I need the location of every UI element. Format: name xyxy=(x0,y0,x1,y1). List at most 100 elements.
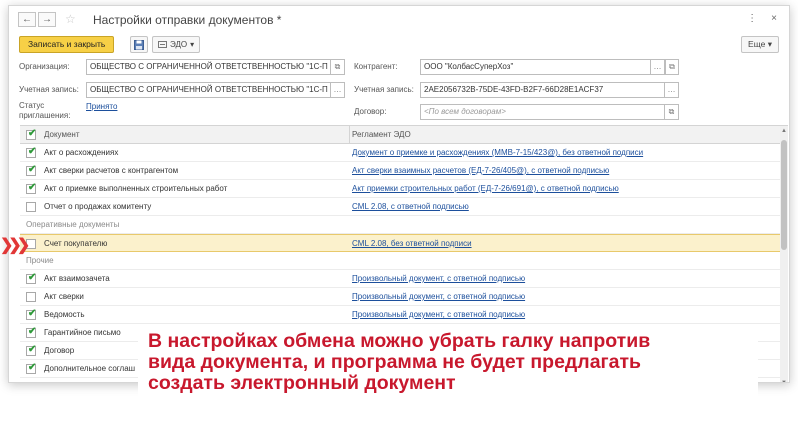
regulation-link[interactable]: Произвольный документ, с ответной подпис… xyxy=(352,288,525,306)
check-icon: ✔ xyxy=(28,326,37,337)
group-row[interactable]: Оперативные документы xyxy=(20,216,780,234)
check-icon: ✔ xyxy=(28,182,37,193)
status-link[interactable]: Принято xyxy=(86,102,117,111)
scroll-down-icon[interactable]: ▼ xyxy=(780,380,788,382)
document-name: Гарантийное письмо xyxy=(44,328,121,337)
row-checkbox[interactable]: ✔ xyxy=(26,344,37,356)
document-name: Договор xyxy=(44,346,75,355)
account-label: Учетная запись: xyxy=(19,85,79,94)
contract-field[interactable]: <По всем договорам> xyxy=(420,104,665,120)
document-name: Счет покупателю xyxy=(44,239,108,248)
row-checkbox[interactable]: ✔ xyxy=(26,182,37,194)
back-button[interactable]: ← xyxy=(18,12,36,27)
save-and-close-button[interactable]: Записать и закрыть xyxy=(19,36,115,53)
document-name: Дополнительное соглаш xyxy=(44,364,136,373)
check-icon: ✔ xyxy=(28,362,37,373)
document-name: Акт сверки xyxy=(44,292,84,301)
column-document[interactable]: Документ xyxy=(44,126,80,144)
table-header: ✔ Документ Регламент ЭДО xyxy=(20,126,788,144)
chevron-down-icon: ▾ xyxy=(767,39,772,49)
regulation-link[interactable]: Произвольный документ, с ответной подпис… xyxy=(352,306,525,324)
organization-field[interactable]: ОБЩЕСТВО С ОГРАНИЧЕННОЙ ОТВЕТСТВЕННОСТЬЮ… xyxy=(86,59,331,75)
counterparty-label: Контрагент: xyxy=(354,62,398,71)
row-checkbox[interactable]: ✔ xyxy=(26,326,37,338)
more-button[interactable]: Еще ▾ xyxy=(741,36,779,53)
organization-label: Организация: xyxy=(19,62,70,71)
annotation-callout: В настройках обмена можно убрать галку н… xyxy=(138,325,758,403)
edo-dropdown-button[interactable]: ЭДО ▾ xyxy=(152,36,201,53)
ellipsis-icon[interactable]: … xyxy=(651,59,665,75)
scrollbar-thumb[interactable] xyxy=(781,140,787,250)
check-icon: ✔ xyxy=(28,146,37,157)
arrow-right-icon: → xyxy=(42,14,52,25)
counterparty-field[interactable]: ООО "КолбасСуперХоз" xyxy=(420,59,651,75)
scroll-up-icon[interactable]: ▲ xyxy=(780,128,788,134)
more-label: Еще xyxy=(748,39,766,49)
close-icon[interactable]: × xyxy=(771,13,777,24)
vertical-scrollbar[interactable]: ▲ ▼ xyxy=(780,126,788,382)
toolbar: Записать и закрыть ЭДО ▾ Еще ▾ xyxy=(9,34,789,56)
save-button[interactable] xyxy=(130,36,148,53)
row-pointer-chevrons-icon: ❯❯❯ xyxy=(0,237,30,254)
edo-icon xyxy=(158,41,167,48)
favorite-star-icon[interactable]: ☆ xyxy=(65,12,76,26)
document-name: Отчет о продажах комитенту xyxy=(44,202,152,211)
window-title: Настройки отправки документов * xyxy=(93,13,282,27)
regulation-link[interactable]: Акт приемки строительных работ (ЕД-7-26/… xyxy=(352,180,619,198)
status-label: Статус приглашения: xyxy=(19,101,71,120)
ellipsis-icon[interactable]: … xyxy=(331,82,345,98)
open-link-icon[interactable]: ⧉ xyxy=(331,59,345,75)
row-checkbox[interactable]: ✔ xyxy=(26,146,37,158)
regulation-link[interactable]: Акт сверки взаимных расчетов (ЕД-7-26/40… xyxy=(352,162,609,180)
table-row[interactable]: Счет покупателю CML 2.08, без ответной по… xyxy=(20,234,780,252)
row-checkbox[interactable] xyxy=(26,239,36,249)
table-row[interactable]: Отчет о продажах комитенту CML 2.08, с от… xyxy=(20,198,780,216)
contract-label: Договор: xyxy=(354,107,387,116)
check-icon: ✔ xyxy=(28,344,37,355)
ellipsis-icon[interactable]: … xyxy=(665,82,679,98)
arrow-left-icon: ← xyxy=(22,14,32,25)
row-checkbox[interactable]: ✔ xyxy=(26,272,37,284)
table-row[interactable]: ✔ Акт о приемке выполненных строительных … xyxy=(20,180,780,198)
row-checkbox[interactable]: ✔ xyxy=(26,308,37,320)
regulation-link[interactable]: CML 2.08, с ответной подписью xyxy=(352,198,469,216)
row-checkbox[interactable] xyxy=(26,292,36,302)
table-row[interactable]: ✔ Акт о расхождениях Документ о приемке и … xyxy=(20,144,780,162)
table-row[interactable]: ✔ Ведомость Произвольный документ, с ответ… xyxy=(20,306,780,324)
row-checkbox[interactable]: ✔ xyxy=(26,362,37,374)
window-controls: ⋮ × xyxy=(747,13,777,24)
regulation-link[interactable]: Произвольный документ, с ответной подпис… xyxy=(352,270,525,288)
title-bar: ← → ☆ Настройки отправки документов * ⋮ … xyxy=(9,6,789,34)
open-link-icon[interactable]: ⧉ xyxy=(665,104,679,120)
document-name: Акт о приемке выполненных строительных р… xyxy=(44,184,228,193)
regulation-link[interactable]: CML 2.08, без ответной подписи xyxy=(352,235,472,253)
document-name: Ведомость xyxy=(44,310,85,319)
open-link-icon[interactable]: ⧉ xyxy=(665,59,679,75)
row-checkbox[interactable]: ✔ xyxy=(26,164,37,176)
check-icon: ✔ xyxy=(28,128,37,139)
edo-label: ЭДО xyxy=(170,40,188,49)
account-field[interactable]: ОБЩЕСТВО С ОГРАНИЧЕННОЙ ОТВЕТСТВЕННОСТЬЮ… xyxy=(86,82,331,98)
check-icon: ✔ xyxy=(28,308,37,319)
group-label: Прочие xyxy=(26,256,54,265)
column-regulation[interactable]: Регламент ЭДО xyxy=(352,126,411,144)
group-label: Оперативные документы xyxy=(26,220,120,229)
floppy-disk-icon xyxy=(134,39,144,50)
forward-button[interactable]: → xyxy=(38,12,56,27)
check-icon: ✔ xyxy=(28,164,37,175)
nav-buttons: ← → xyxy=(18,12,56,27)
document-name: Акт о расхождениях xyxy=(44,148,119,157)
table-row[interactable]: Акт сверки Произвольный документ, с ответ… xyxy=(20,288,780,306)
more-menu-icon[interactable]: ⋮ xyxy=(747,13,757,24)
document-name: Акт сверки расчетов с контрагентом xyxy=(44,166,179,175)
regulation-link[interactable]: Документ о приемке и расхождениях (ММВ-7… xyxy=(352,144,643,162)
chevron-down-icon: ▾ xyxy=(190,40,195,49)
row-checkbox[interactable] xyxy=(26,202,36,212)
select-all-checkbox[interactable]: ✔ xyxy=(26,128,37,140)
check-icon: ✔ xyxy=(28,272,37,283)
table-row[interactable]: ✔ Акт сверки расчетов с контрагентом Акт с… xyxy=(20,162,780,180)
group-row[interactable]: Прочие xyxy=(20,252,780,270)
callout-text: В настройках обмена можно убрать галку н… xyxy=(148,330,651,394)
cp-account-field[interactable]: 2AE2056732B-75DE-43FD-B2F7-66D28E1ACF37 xyxy=(420,82,665,98)
table-row[interactable]: ✔ Акт взаимозачета Произвольный документ, … xyxy=(20,270,780,288)
